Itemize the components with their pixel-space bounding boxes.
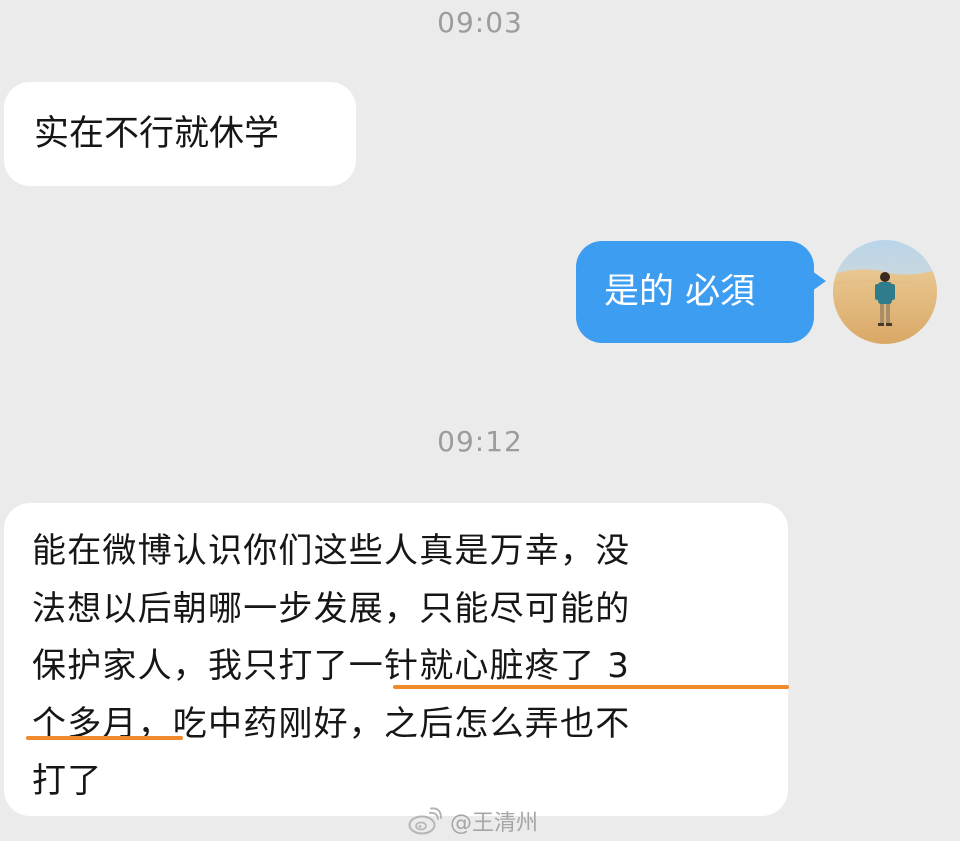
received-message-bubble[interactable]: 实在不行就休学 (4, 82, 356, 186)
user-avatar[interactable] (833, 240, 937, 344)
message-line: 个多月，吃中药刚好，之后怎么弄也不 (32, 703, 631, 744)
highlight-underline (26, 736, 183, 740)
timestamp: 09:12 (437, 425, 523, 458)
message-text: 实在不行就休学 (34, 114, 280, 154)
timestamp: 09:03 (437, 6, 523, 39)
watermark-text: @王清州 (450, 811, 539, 836)
message-line: 法想以后朝哪一步发展，只能尽可能的 (32, 588, 631, 629)
message-text: 是的 必須 (604, 272, 756, 312)
watermark: @王清州 (408, 806, 538, 836)
weibo-logo-icon (408, 807, 442, 835)
highlight-underline (393, 685, 789, 689)
sent-message-bubble[interactable]: 是的 必須 (576, 241, 826, 343)
message-line: 能在微博认识你们这些人真是万幸，没 (32, 531, 631, 571)
message-line: 打了 (32, 761, 103, 801)
received-message-bubble[interactable]: 能在微博认识你们这些人真是万幸，没 法想以后朝哪一步发展，只能尽可能的 保护家人… (4, 503, 788, 816)
